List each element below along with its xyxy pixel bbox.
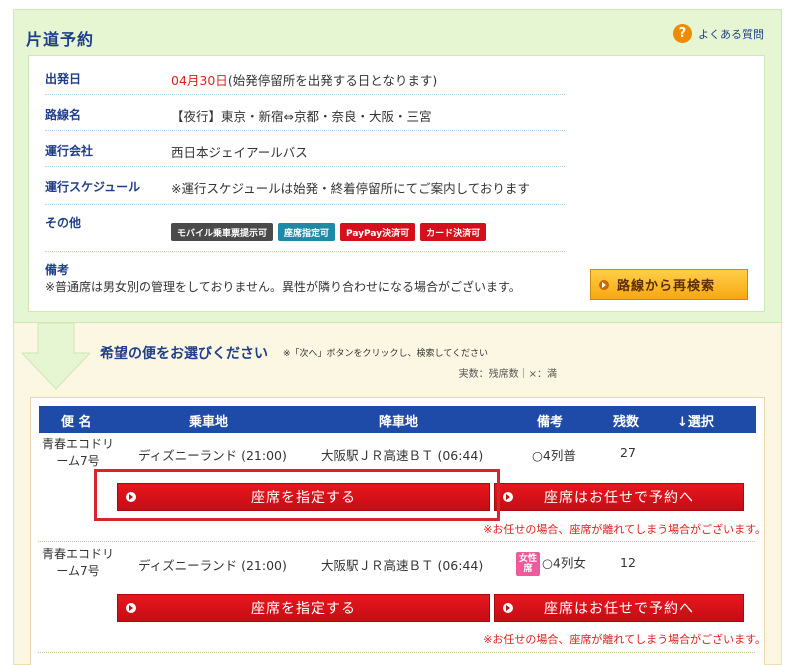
company-label: 運行会社: [45, 144, 94, 158]
divider: [45, 130, 565, 131]
remarks-label: 備考: [45, 263, 70, 277]
remaining-seats: 12: [620, 555, 636, 570]
col-select: ↓選択: [677, 415, 714, 430]
auto-seat-reserve-button[interactable]: 座席はお任せで予約へ: [494, 483, 744, 511]
seat-legend: 実数：残席数｜×：満: [458, 369, 557, 380]
departure-label: 出発日: [45, 72, 82, 86]
row-divider: [38, 541, 755, 542]
table-row-bus-name: 青春エコドリ ーム7号: [41, 547, 114, 578]
research-route-button[interactable]: 路線から再検索: [590, 269, 748, 300]
seat-remark-cell: 女性席 ○4列女: [516, 552, 586, 576]
alighting-stop: 大阪駅ＪＲ高速ＢＴ (06:44): [321, 448, 484, 463]
arrow-right-icon: [503, 492, 513, 502]
route-value: 【夜行】東京・新宿⇔京都・奈良・大阪・三宮: [171, 109, 432, 124]
arrow-right-icon: [599, 279, 609, 290]
row-divider: [38, 652, 755, 653]
table-row-bus-name: 青春エコドリ ーム7号: [41, 437, 114, 468]
divider: [45, 94, 565, 95]
col-remaining: 残数: [613, 415, 640, 430]
other-label: その他: [45, 216, 82, 230]
research-route-label: 路線から再検索: [617, 279, 716, 294]
col-bus-name: 便 名: [61, 415, 92, 430]
col-remark: 備考: [537, 415, 564, 430]
female-seat-badge: 女性席: [516, 552, 540, 576]
schedule-value: ※運行スケジュールは始発・終着停留所にてご案内しております: [171, 181, 530, 196]
feature-badges: モバイル乗車票提示可 座席指定可 PayPay決済可 カード決済可: [171, 223, 487, 241]
faq-link[interactable]: ? よくある質問: [673, 24, 764, 43]
warning-text: ※お任せの場合、座席が離れてしまう場合がございます。: [483, 633, 766, 646]
departure-note: (始発停留所を出発する日となります): [227, 73, 438, 88]
company-value: 西日本ジェイアールバス: [171, 145, 308, 160]
remaining-seats: 27: [620, 445, 636, 460]
divider: [45, 166, 565, 167]
remarks-value: ※普通席は男女別の管理をしておりません。異性が隣り合わせになる場合がございます。: [45, 280, 521, 294]
info-box: 出発日 04月30日(始発停留所を出発する日となります) 路線名 【夜行】東京・…: [28, 55, 765, 312]
route-label: 路線名: [45, 108, 82, 122]
departure-value: 04月30日(始発停留所を出発する日となります): [171, 70, 437, 89]
badge-seat-selectable: 座席指定可: [278, 223, 336, 241]
select-seat-button[interactable]: 座席を指定する: [117, 594, 490, 622]
badge-card: カード決済可: [420, 223, 487, 241]
page-title: 片道予約: [26, 30, 95, 49]
boarding-stop: ディズニーランド (21:00): [138, 558, 287, 573]
badge-mobile-ticket: モバイル乗車票提示可: [171, 223, 274, 241]
col-boarding: 乗車地: [189, 415, 229, 430]
selection-title: 希望の便をお選びください: [100, 346, 268, 362]
boarding-stop: ディズニーランド (21:00): [138, 448, 287, 463]
arrow-right-icon: [503, 603, 513, 613]
warning-text: ※お任せの場合、座席が離れてしまう場合がございます。: [483, 523, 766, 536]
divider: [45, 204, 565, 205]
divider: [45, 251, 565, 252]
auto-seat-reserve-button[interactable]: 座席はお任せで予約へ: [494, 594, 744, 622]
badge-paypay: PayPay決済可: [340, 223, 416, 241]
selection-highlight: [94, 469, 500, 521]
selection-note: ※「次へ」ボタンをクリックし、検索してください: [283, 349, 489, 359]
col-alighting: 降車地: [379, 415, 419, 430]
departure-date: 04月30日: [171, 73, 228, 88]
alighting-stop: 大阪駅ＪＲ高速ＢＴ (06:44): [321, 558, 484, 573]
schedule-label: 運行スケジュール: [45, 180, 141, 194]
seat-remark: ○4列普: [532, 448, 576, 463]
table-header: 便 名 乗車地 降車地 備考 残数 ↓選択: [39, 406, 756, 433]
question-icon: ?: [673, 24, 692, 43]
down-arrow-icon: [22, 323, 90, 390]
arrow-right-icon: [126, 603, 136, 613]
faq-label[interactable]: よくある質問: [698, 26, 764, 42]
seat-remark: ○4列女: [542, 555, 586, 571]
